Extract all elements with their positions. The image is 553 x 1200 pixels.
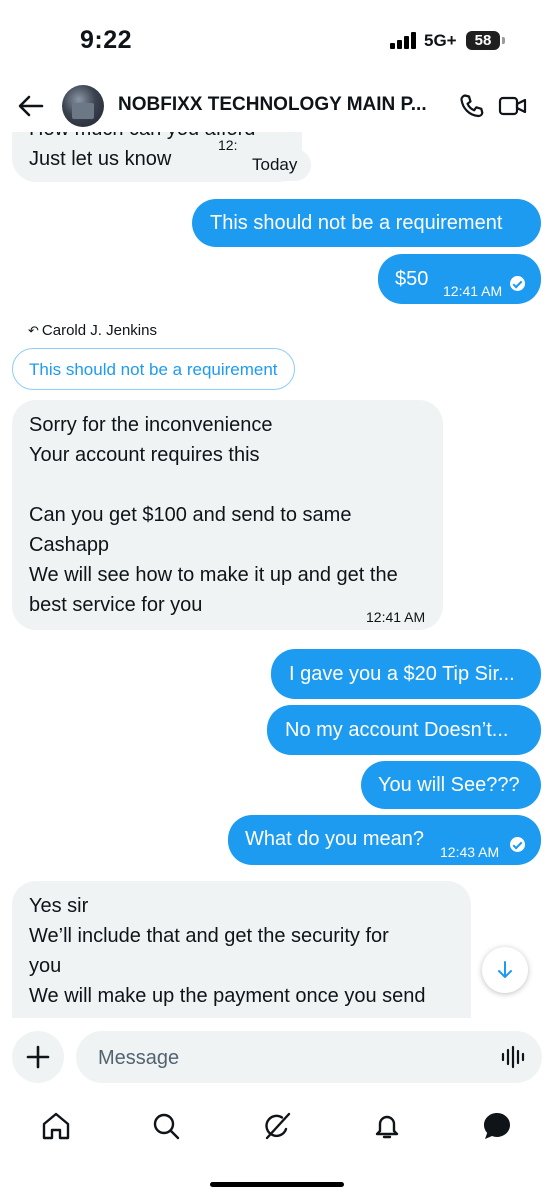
message-text: Yes sir We’ll include that and get the s… xyxy=(29,895,426,1007)
plus-icon xyxy=(26,1045,50,1069)
outgoing-message[interactable]: This should not be a requirement xyxy=(192,199,541,247)
date-separator: Today xyxy=(238,149,312,181)
grok-icon[interactable] xyxy=(261,1110,293,1142)
reply-author: ↶ Carold J. Jenkins xyxy=(28,322,157,339)
message-text: You will See??? xyxy=(378,774,520,796)
conversation-title[interactable]: NOBFIXX TECHNOLOGY MAIN P... xyxy=(118,94,448,116)
avatar[interactable] xyxy=(62,85,104,127)
outgoing-message[interactable]: No my account Doesn’t... xyxy=(267,705,541,755)
message-text: No my account Doesn’t... xyxy=(285,719,509,741)
sent-check-icon xyxy=(510,837,525,852)
message-composer xyxy=(0,1018,553,1098)
message-input-container[interactable] xyxy=(76,1031,542,1085)
home-indicator xyxy=(210,1182,344,1187)
battery-nub xyxy=(502,37,505,44)
search-icon[interactable] xyxy=(150,1110,182,1142)
message-input[interactable] xyxy=(96,1031,500,1085)
sent-check-icon xyxy=(510,276,525,291)
voice-waveform-icon[interactable] xyxy=(500,1045,528,1069)
message-text: $50 xyxy=(395,268,429,290)
signal-icon xyxy=(390,32,418,49)
outgoing-message[interactable]: I gave you a $20 Tip Sir... xyxy=(271,649,541,699)
status-bar: 9:22 5G+ 58 xyxy=(0,0,553,80)
bottom-tab-bar xyxy=(0,1098,553,1168)
message-time: 12:41 AM xyxy=(366,609,426,625)
message-text: What do you mean? xyxy=(245,828,424,850)
message-text: This should not be a requirement xyxy=(210,212,503,234)
message-thread[interactable]: How much can you afford Just let us know… xyxy=(0,132,553,1018)
outgoing-message[interactable]: You will See??? xyxy=(361,761,541,809)
notifications-icon[interactable] xyxy=(371,1110,403,1142)
outgoing-message[interactable]: $50 12:41 AM xyxy=(378,254,541,304)
messages-icon[interactable] xyxy=(481,1110,513,1142)
reply-quote[interactable]: This should not be a requirement xyxy=(12,348,295,390)
conversation-header: NOBFIXX TECHNOLOGY MAIN P... xyxy=(0,80,553,132)
reply-author-name: Carold J. Jenkins xyxy=(41,322,157,339)
reply-arrow-icon: ↶ xyxy=(28,323,39,338)
back-arrow-icon[interactable] xyxy=(16,92,46,120)
battery-icon: 58 xyxy=(466,31,500,50)
network-label: 5G+ xyxy=(424,31,457,50)
message-text: Sorry for the inconvenience Your account… xyxy=(29,414,398,616)
incoming-message[interactable]: Sorry for the inconvenience Your account… xyxy=(12,400,443,630)
add-attachment-button[interactable] xyxy=(12,1031,64,1083)
phone-icon[interactable] xyxy=(458,92,486,120)
message-time: 12: xyxy=(218,137,238,153)
status-time: 9:22 xyxy=(80,26,133,54)
message-time: 12:41 AM xyxy=(443,283,503,299)
outgoing-message[interactable]: What do you mean? 12:43 AM xyxy=(228,815,541,865)
video-icon[interactable] xyxy=(498,92,528,120)
message-time: 12:43 AM xyxy=(440,844,500,860)
incoming-message[interactable]: Yes sir We’ll include that and get the s… xyxy=(12,881,471,1018)
scroll-to-bottom-button[interactable] xyxy=(482,947,528,993)
arrow-down-icon xyxy=(498,961,512,978)
message-text: I gave you a $20 Tip Sir... xyxy=(289,663,515,685)
home-icon[interactable] xyxy=(40,1110,72,1142)
